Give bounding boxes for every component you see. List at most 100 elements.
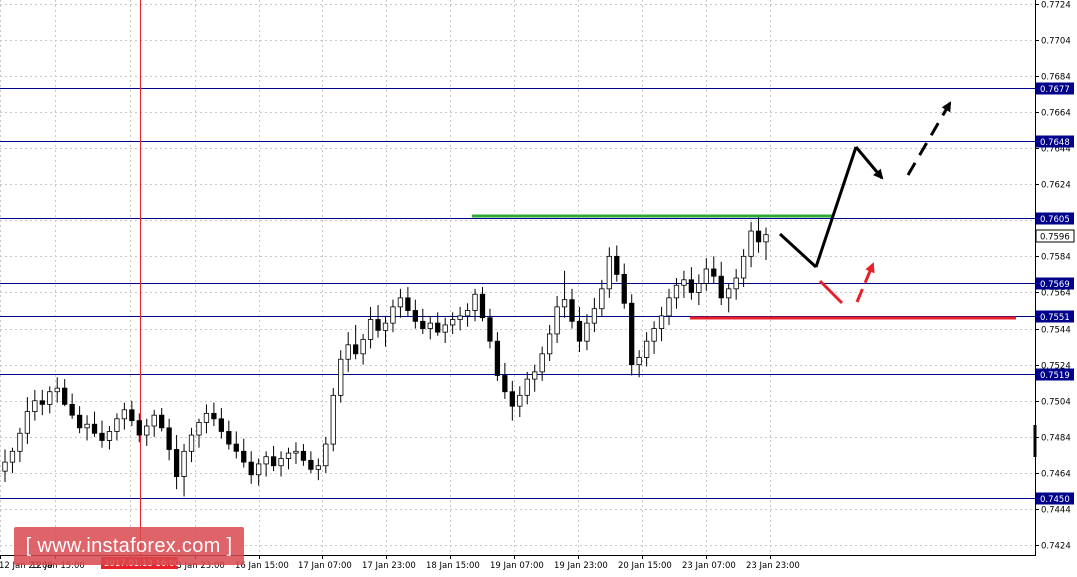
candle-body (136, 420, 142, 436)
level-label: 0.7551 (1040, 313, 1070, 323)
candle-body (308, 459, 314, 470)
candle-body (733, 277, 739, 290)
candle-body (457, 315, 463, 320)
candle-body (144, 425, 150, 436)
candle-body (17, 432, 23, 452)
candle-body (427, 322, 433, 329)
candle-body (726, 288, 732, 299)
candle-body (173, 449, 180, 477)
candle-body (643, 340, 650, 358)
candle-body (106, 431, 113, 441)
y-tick-label: 0.7624 (1041, 181, 1071, 191)
y-tick-label: 0.7724 (1041, 1, 1071, 11)
y-tick-label: 0.7584 (1041, 253, 1071, 263)
candle-body (39, 400, 45, 405)
candle-body (256, 463, 262, 476)
level-label: 0.7605 (1040, 215, 1070, 225)
candle-body (546, 333, 553, 355)
candle-body (464, 310, 471, 317)
candle-body (614, 255, 620, 275)
y-tick-label: 0.7464 (1041, 470, 1071, 480)
candle-body (569, 299, 575, 322)
y-tick-label: 0.7664 (1041, 109, 1071, 119)
candle-body (718, 275, 724, 299)
y-tick-label: 0.7684 (1041, 73, 1071, 83)
x-tick-label: 18 Jan 15:00 (426, 561, 480, 571)
candle-body (315, 465, 321, 470)
candle-body (390, 306, 396, 324)
y-tick-label: 0.7484 (1041, 434, 1071, 444)
candle-body (629, 302, 635, 366)
candle-body (241, 450, 247, 463)
candle-body (203, 412, 210, 423)
plot-area (0, 0, 1036, 556)
candle-body (532, 371, 538, 380)
candle-body (263, 456, 269, 465)
candle-body (494, 340, 501, 376)
candle-body (636, 357, 642, 366)
candle-body (32, 400, 38, 412)
level-label: 0.7450 (1040, 495, 1070, 505)
x-tick-label: 17 Jan 23:00 (362, 561, 416, 571)
candle-body (755, 230, 762, 243)
candle-body (54, 387, 60, 393)
price-chart: 0.77240.77040.76840.76640.76440.76240.76… (0, 0, 1075, 571)
candle-body (621, 273, 627, 304)
candle-body (696, 283, 702, 293)
candle-body (711, 268, 717, 277)
candle-body (382, 322, 389, 331)
x-tick-label: 19 Jan 07:00 (490, 561, 544, 571)
x-tick-label: 19 Jan 23:00 (554, 561, 608, 571)
candle-body (688, 279, 695, 293)
candle-body (539, 353, 545, 373)
candle-body (658, 315, 665, 329)
candle-body (450, 319, 456, 326)
candle-body (293, 450, 299, 454)
candle-body (763, 234, 769, 243)
candle-body (233, 443, 239, 452)
candle-body (114, 418, 120, 432)
candle-body (584, 322, 590, 342)
candle-body (405, 297, 411, 311)
candle-body (99, 432, 105, 441)
candle-body (338, 358, 344, 396)
candle-body (323, 443, 329, 467)
candle-body (211, 412, 217, 420)
x-tick-label: 17 Jan 07:00 (298, 561, 352, 571)
candle-body (84, 423, 90, 429)
candle-body (196, 422, 202, 436)
candle-body (673, 284, 680, 299)
candle-body (285, 452, 292, 459)
candle-body (666, 297, 672, 317)
candle-body (345, 344, 351, 360)
candle-body (442, 324, 448, 333)
level-label: 0.7648 (1040, 138, 1070, 148)
x-tick-label: 20 Jan 15:00 (618, 561, 672, 571)
candle-body (561, 299, 568, 308)
candle-body (2, 461, 8, 472)
candle-body (353, 344, 359, 355)
candle-body (502, 375, 508, 393)
current-price-label: 0.7596 (1040, 233, 1070, 243)
candle-body (367, 319, 374, 340)
y-tick-label: 0.7544 (1041, 326, 1071, 336)
candle-body (375, 319, 381, 331)
y-tick-label: 0.7424 (1041, 542, 1071, 552)
candle-body (151, 414, 157, 427)
candle-body (248, 461, 254, 476)
candle-body (300, 450, 307, 461)
candle-body (524, 378, 530, 396)
candle-body (740, 255, 747, 279)
x-tick-label: 23 Jan 23:00 (746, 561, 800, 571)
candle-body (24, 411, 31, 434)
candle-body (121, 409, 128, 420)
candle-body (9, 450, 16, 463)
candle-body (278, 458, 284, 467)
instaforex-watermark: [ www.instaforex.com ] (14, 527, 244, 565)
candle-body (517, 394, 523, 407)
candle-body (330, 394, 336, 445)
candle-body (479, 293, 486, 319)
level-label: 0.7519 (1040, 371, 1070, 381)
candle-body (159, 414, 165, 429)
y-tick-label: 0.7444 (1041, 506, 1071, 516)
